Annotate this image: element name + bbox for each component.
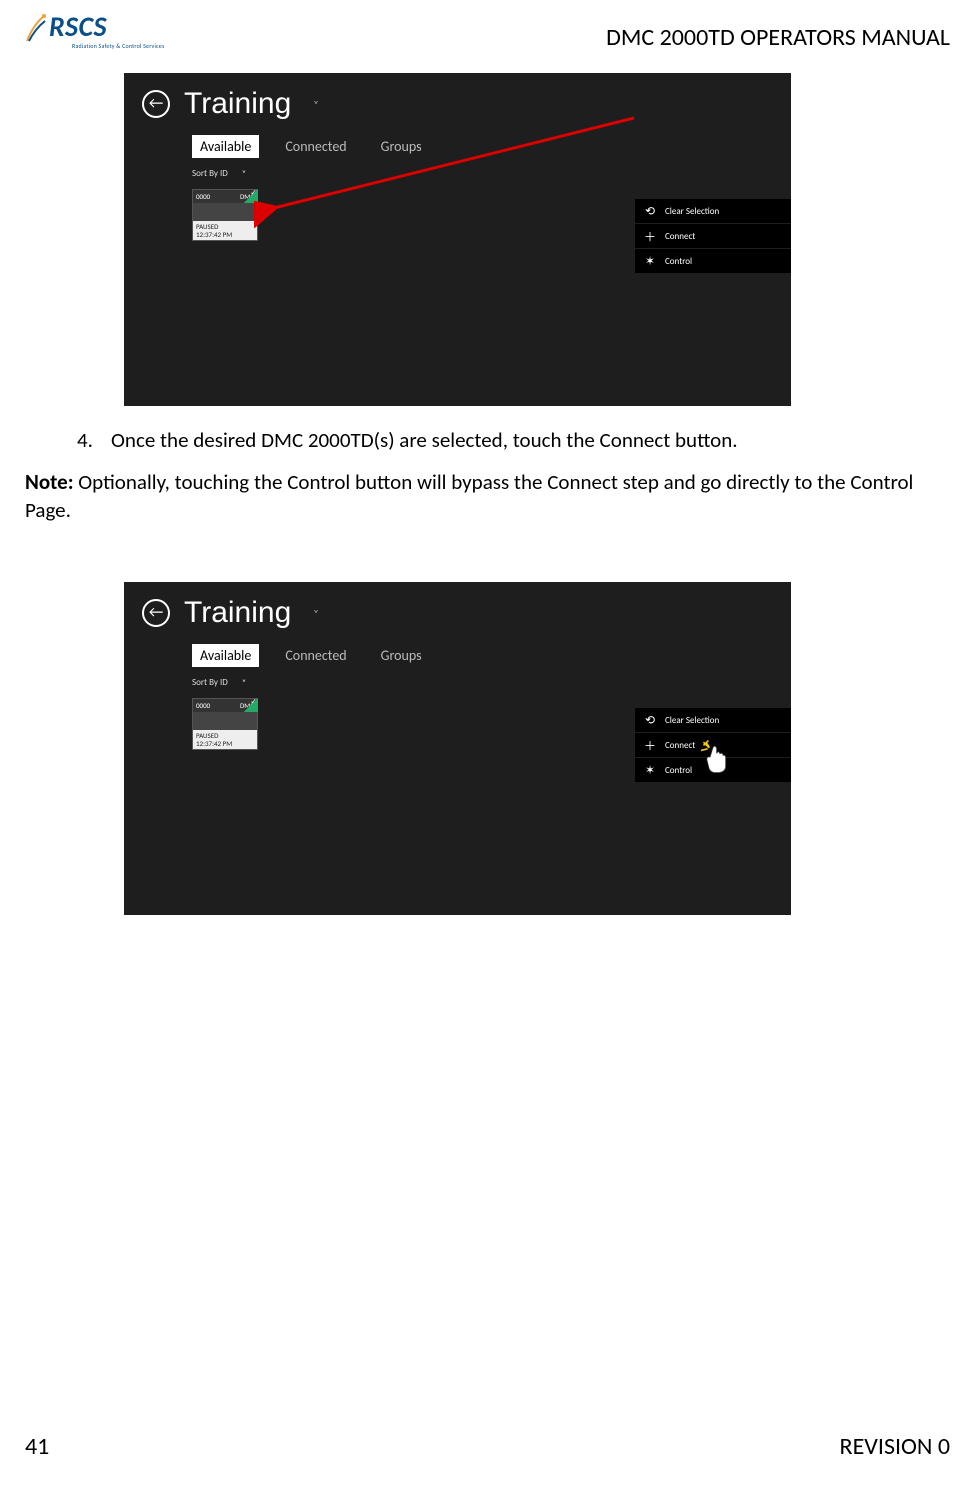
check-icon — [244, 189, 258, 203]
step-text: Once the desired DMC 2000TD(s) are selec… — [111, 427, 738, 453]
note-paragraph: Note: Optionally, touching the Control b… — [25, 468, 950, 525]
sort-dropdown[interactable]: Sort By ID ˅ — [192, 677, 246, 688]
back-button-icon[interactable]: ← — [142, 90, 170, 118]
device-time: 12:37:42 PM — [196, 231, 254, 239]
tile-footer: PAUSED 12:37:42 PM — [193, 221, 257, 240]
tab-available[interactable]: Available — [192, 135, 259, 158]
menu-label: Control — [665, 765, 692, 776]
revision-label: REVISION 0 — [840, 1432, 950, 1461]
logo-text: RSCS — [49, 9, 107, 44]
clear-selection-button[interactable]: ⟲ Clear Selection — [635, 199, 791, 224]
page-number: 41 — [25, 1432, 49, 1461]
app-header: ← Training ˅ — [142, 87, 319, 121]
menu-label: Control — [665, 256, 692, 267]
app-header: ← Training ˅ — [142, 596, 319, 630]
menu-label: Clear Selection — [665, 206, 719, 217]
note-text: Optionally, touching the Control button … — [25, 469, 913, 523]
device-id: 0000 — [196, 192, 210, 201]
logo-subtitle: Radiation Safety & Control Services — [72, 42, 165, 50]
tab-groups[interactable]: Groups — [373, 135, 430, 158]
chevron-down-icon: ˅ — [242, 678, 246, 688]
menu-label: Connect — [665, 740, 695, 751]
chevron-down-icon[interactable]: ˅ — [313, 607, 318, 620]
page-title: Training — [184, 87, 291, 121]
logo: RSCS Radiation Safety & Control Services — [25, 9, 107, 44]
chevron-down-icon[interactable]: ˅ — [313, 98, 318, 111]
tab-bar: Available Connected Groups — [192, 135, 430, 158]
refresh-icon: ⟲ — [643, 713, 657, 727]
menu-label: Connect — [665, 231, 695, 242]
plus-icon: ＋ — [643, 229, 657, 243]
page-title: Training — [184, 596, 291, 630]
gear-icon: ✶ — [643, 254, 657, 268]
device-tile[interactable]: 0000 DMC PAUSED 12:37:42 PM — [192, 698, 258, 750]
clear-selection-button[interactable]: ⟲ Clear Selection — [635, 708, 791, 733]
tab-groups[interactable]: Groups — [373, 644, 430, 667]
tab-bar: Available Connected Groups — [192, 644, 430, 667]
annotation-arrow-icon — [254, 108, 644, 228]
page-footer: 41 REVISION 0 — [25, 1432, 950, 1461]
chevron-down-icon: ˅ — [242, 169, 246, 179]
back-button-icon[interactable]: ← — [142, 599, 170, 627]
step-number: 4. — [77, 427, 97, 453]
gear-icon: ✶ — [643, 763, 657, 777]
sort-label: Sort By ID — [192, 677, 228, 688]
tab-connected[interactable]: Connected — [277, 644, 354, 667]
device-id: 0000 — [196, 701, 210, 710]
plus-icon: ＋ — [643, 738, 657, 752]
control-button[interactable]: ✶ Control — [635, 249, 791, 274]
device-tile[interactable]: 0000 DMC PAUSED 12:37:42 PM — [192, 189, 258, 241]
screenshot-1: ← Training ˅ Available Connected Groups … — [124, 73, 791, 406]
menu-label: Clear Selection — [665, 715, 719, 726]
tile-footer: PAUSED 12:37:42 PM — [193, 730, 257, 749]
document-title: DMC 2000TD OPERATORS MANUAL — [606, 23, 950, 52]
refresh-icon: ⟲ — [643, 204, 657, 218]
screenshot-2: ← Training ˅ Available Connected Groups … — [124, 582, 791, 915]
logo-swoosh-icon — [25, 11, 47, 43]
tab-connected[interactable]: Connected — [277, 135, 354, 158]
sort-label: Sort By ID — [192, 168, 228, 179]
page-header: RSCS Radiation Safety & Control Services… — [25, 9, 950, 69]
context-menu: ⟲ Clear Selection ＋ Connect ✶ Control — [635, 199, 791, 274]
touch-hand-icon — [701, 737, 729, 777]
tab-available[interactable]: Available — [192, 644, 259, 667]
connect-button[interactable]: ＋ Connect — [635, 224, 791, 249]
instruction-step: 4. Once the desired DMC 2000TD(s) are se… — [77, 427, 738, 453]
device-time: 12:37:42 PM — [196, 740, 254, 748]
note-label: Note: — [25, 469, 74, 495]
check-icon — [244, 698, 258, 712]
sort-dropdown[interactable]: Sort By ID ˅ — [192, 168, 246, 179]
